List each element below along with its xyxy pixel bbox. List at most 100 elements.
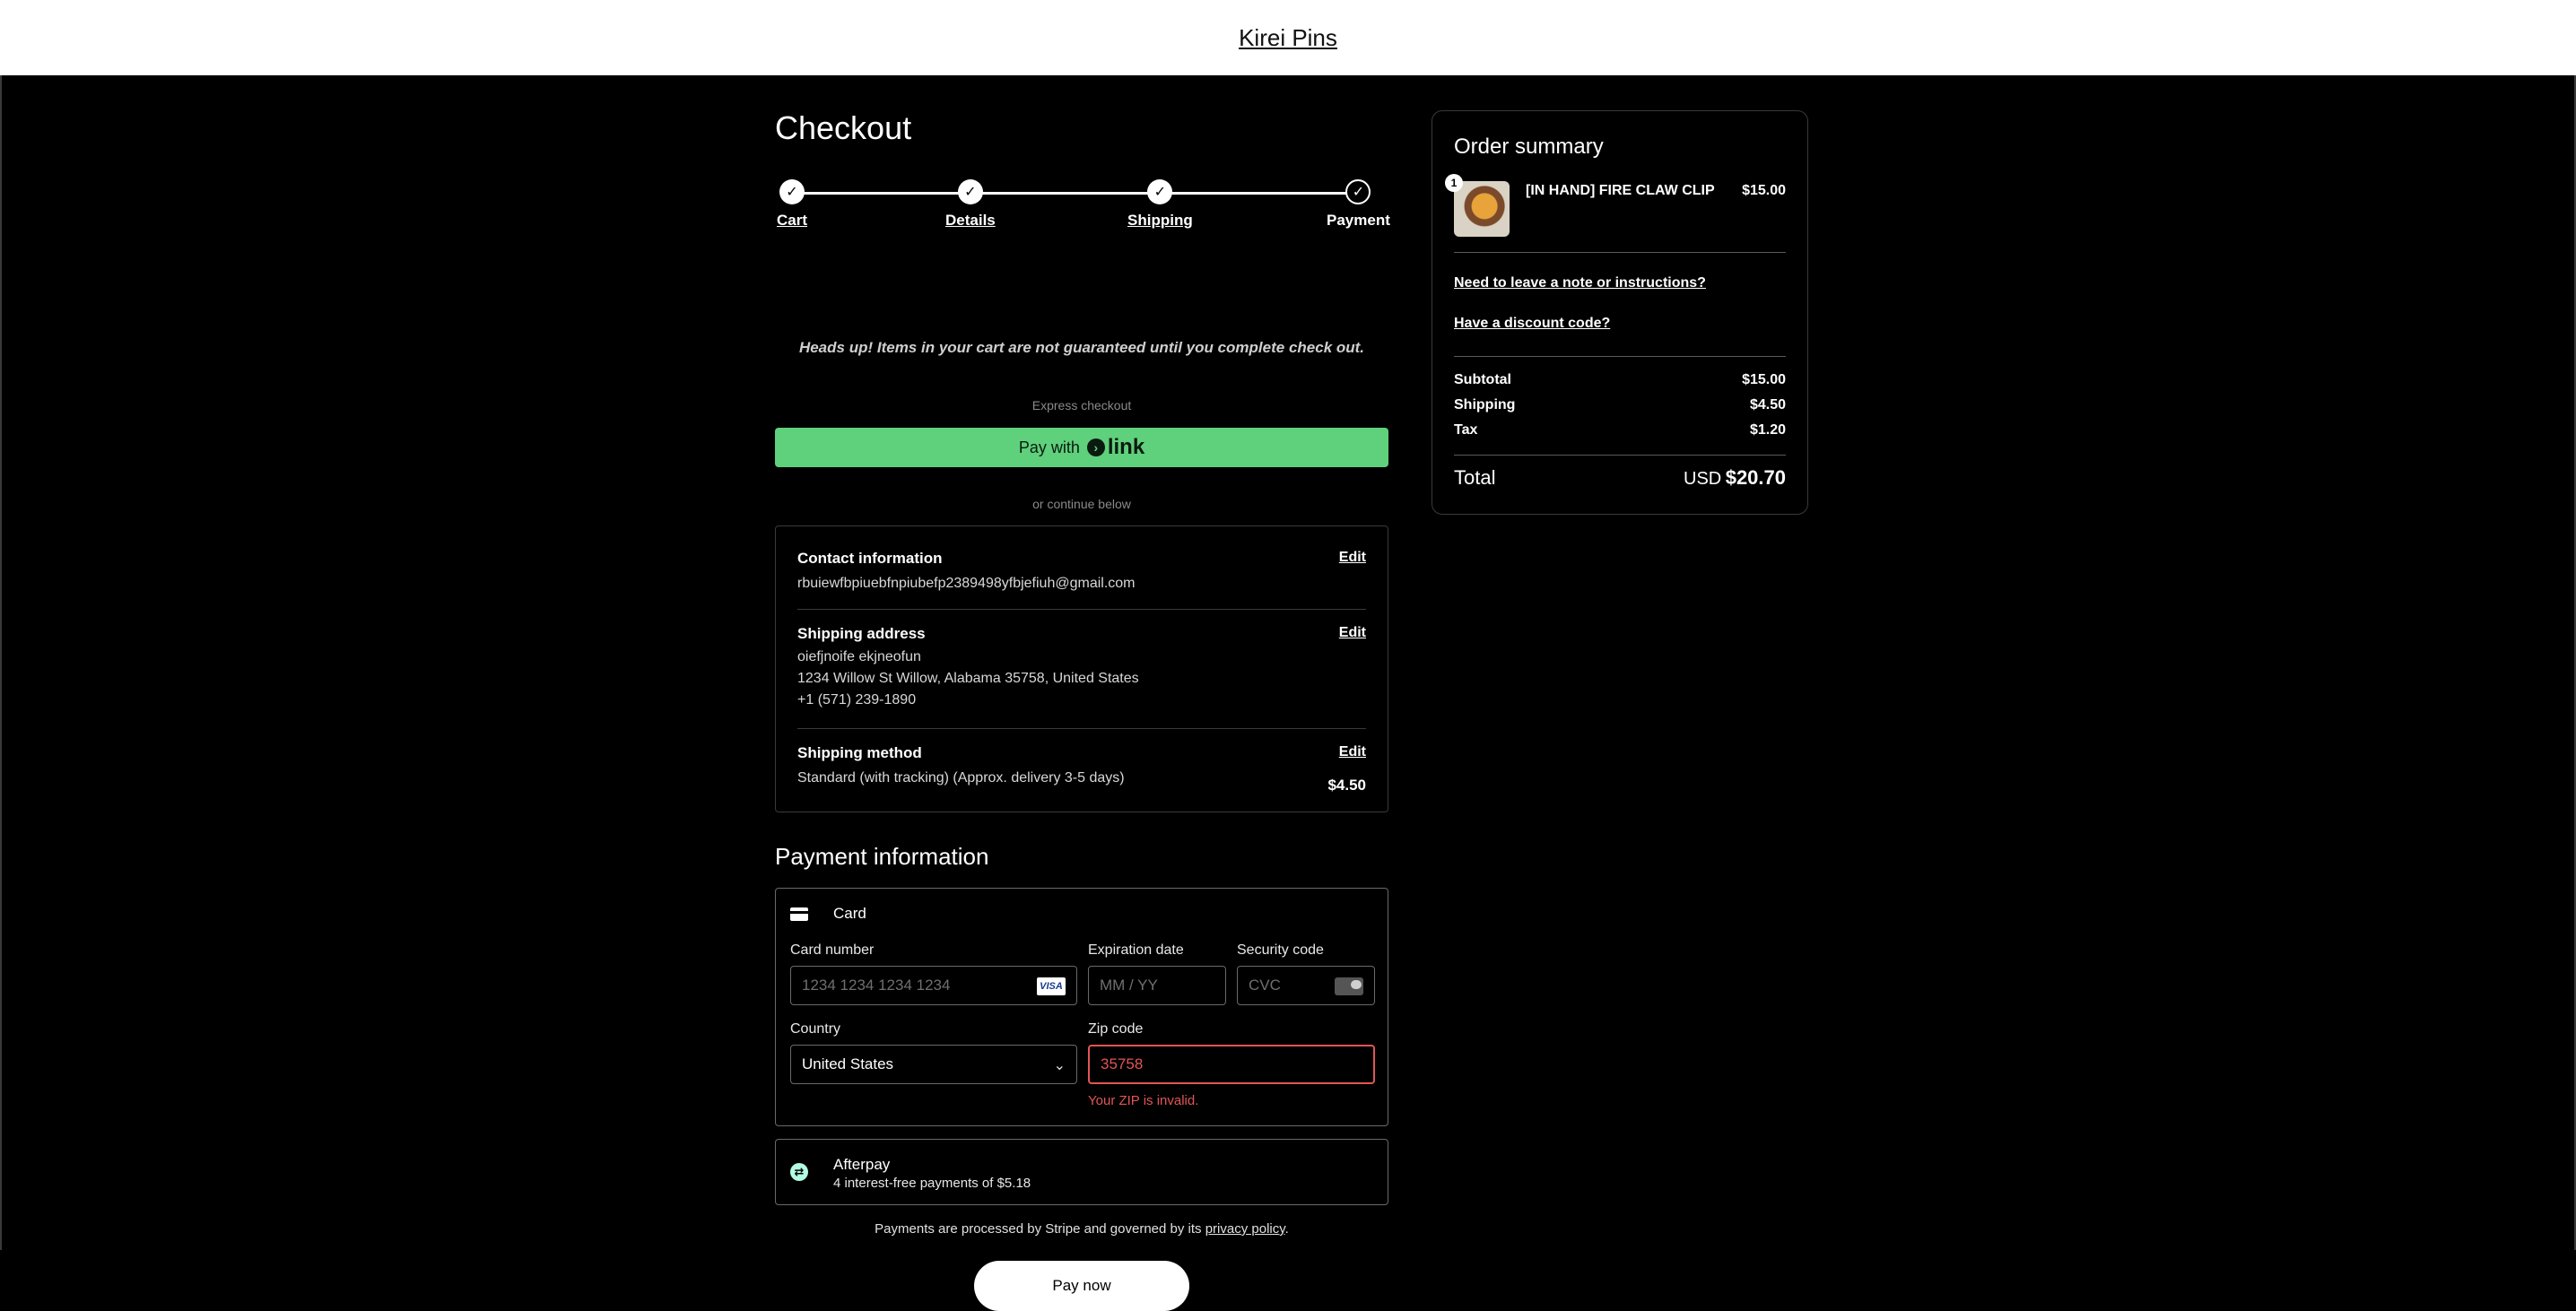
payment-information-title: Payment information bbox=[775, 843, 989, 870]
card-number-label: Card number bbox=[790, 942, 875, 958]
step-details[interactable]: ✓ Details bbox=[945, 179, 996, 230]
tax-label: Tax bbox=[1454, 422, 1478, 438]
steps-progress-line bbox=[789, 192, 1358, 195]
item-name: [IN HAND] FIRE CLAW CLIP bbox=[1526, 183, 1715, 198]
chevron-down-icon: ⌄ bbox=[1053, 1058, 1066, 1073]
zip-value: 35758 bbox=[1101, 1055, 1144, 1072]
card-number-input[interactable]: 1234 1234 1234 1234 VISA bbox=[790, 966, 1077, 1005]
step-label: Cart bbox=[777, 212, 808, 229]
shipping-label: Shipping bbox=[1454, 397, 1516, 412]
check-icon: ✓ bbox=[957, 179, 983, 204]
expiry-label: Expiration date bbox=[1088, 942, 1184, 958]
card-option-header[interactable]: Card bbox=[790, 905, 866, 923]
note-instructions-link[interactable]: Need to leave a note or instructions? bbox=[1454, 275, 1706, 291]
cvc-label: Security code bbox=[1237, 942, 1324, 958]
shipping-method-description: Standard (with tracking) (Approx. delive… bbox=[797, 770, 1125, 786]
link-logo: › link bbox=[1086, 435, 1145, 460]
step-label: Shipping bbox=[1127, 212, 1193, 229]
link-brand: link bbox=[1107, 435, 1145, 459]
divider bbox=[1454, 252, 1786, 253]
check-icon: ✓ bbox=[779, 179, 805, 204]
total-currency: USD bbox=[1684, 469, 1722, 489]
tax-value: $1.20 bbox=[1749, 422, 1786, 438]
link-button-prefix: Pay with bbox=[1018, 438, 1080, 456]
pay-with-link-button[interactable]: Pay with › link bbox=[775, 428, 1388, 467]
checkout-steps: ✓ Cart ✓ Details ✓ Shipping ✓ Payment bbox=[775, 172, 1390, 235]
credit-card-icon bbox=[790, 907, 808, 921]
address-name: oiefjnoife ekjneofun bbox=[797, 649, 921, 664]
total-label: Total bbox=[1454, 466, 1496, 489]
contact-title: Contact information bbox=[797, 550, 943, 567]
card-payment-option: Card Card number 1234 1234 1234 1234 VIS… bbox=[775, 888, 1388, 1126]
card-number-placeholder: 1234 1234 1234 1234 bbox=[802, 977, 951, 994]
product-thumbnail bbox=[1454, 181, 1510, 237]
order-summary: Order summary 1 [IN HAND] FIRE CLAW CLIP… bbox=[1432, 110, 1808, 515]
stripe-note-suffix: . bbox=[1284, 1221, 1289, 1237]
continue-below-label: or continue below bbox=[1032, 497, 1131, 511]
cart-warning: Heads up! Items in your cart are not gua… bbox=[798, 339, 1365, 356]
card-option-label: Card bbox=[833, 905, 866, 922]
expiry-input[interactable]: MM / YY bbox=[1088, 966, 1226, 1005]
page-title: Checkout bbox=[775, 109, 912, 146]
item-quantity-badge: 1 bbox=[1445, 174, 1463, 192]
step-label: Payment bbox=[1327, 212, 1390, 229]
divider bbox=[797, 609, 1366, 610]
divider bbox=[1454, 455, 1786, 456]
checkout-details-summary: Contact information Edit rbuiewfbpiuebfn… bbox=[775, 525, 1388, 812]
contact-email: rbuiewfbpiuebfnpiubefp2389498yfbjefiuh@g… bbox=[797, 576, 1136, 591]
express-checkout-label: Express checkout bbox=[1031, 398, 1132, 412]
country-value: United States bbox=[802, 1055, 894, 1072]
shipping-method-title: Shipping method bbox=[797, 744, 922, 761]
pay-now-button[interactable]: Pay now bbox=[974, 1261, 1189, 1311]
shipping-row: Shipping $4.50 bbox=[1454, 397, 1786, 413]
zip-error-message: Your ZIP is invalid. bbox=[1088, 1093, 1199, 1108]
shipping-value: $4.50 bbox=[1749, 397, 1786, 412]
subtotal-row: Subtotal $15.00 bbox=[1454, 372, 1786, 388]
stripe-note-prefix: Payments are processed by Stripe and gov… bbox=[875, 1221, 1205, 1237]
country-select[interactable]: United States ⌄ bbox=[790, 1045, 1077, 1084]
afterpay-payment-option[interactable]: ⇄ Afterpay 4 interest-free payments of $… bbox=[775, 1139, 1388, 1205]
zip-label: Zip code bbox=[1088, 1021, 1144, 1037]
divider bbox=[1454, 356, 1786, 357]
expiry-placeholder: MM / YY bbox=[1100, 977, 1158, 994]
tax-row: Tax $1.20 bbox=[1454, 422, 1786, 438]
afterpay-subtitle: 4 interest-free payments of $5.18 bbox=[833, 1176, 1031, 1191]
address-line: 1234 Willow St Willow, Alabama 35758, Un… bbox=[797, 671, 1139, 686]
cvc-input[interactable]: CVC bbox=[1237, 966, 1375, 1005]
shipping-method-section: Shipping method Edit Standard (with trac… bbox=[797, 744, 1366, 794]
discount-code-link[interactable]: Have a discount code? bbox=[1454, 316, 1610, 332]
afterpay-title: Afterpay bbox=[833, 1156, 891, 1173]
afterpay-icon: ⇄ bbox=[790, 1163, 808, 1181]
link-arrow-icon: › bbox=[1086, 438, 1105, 456]
store-name-link[interactable]: Kirei Pins bbox=[1239, 24, 1337, 52]
subtotal-label: Subtotal bbox=[1454, 372, 1511, 387]
step-payment: ✓ Payment bbox=[1327, 179, 1390, 230]
order-summary-title: Order summary bbox=[1454, 135, 1604, 159]
country-label: Country bbox=[790, 1021, 841, 1037]
step-label: Details bbox=[945, 212, 996, 229]
edit-shipping-method-link[interactable]: Edit bbox=[1339, 744, 1366, 760]
stripe-notice: Payments are processed by Stripe and gov… bbox=[775, 1221, 1388, 1237]
shipping-address-title: Shipping address bbox=[797, 625, 926, 642]
zip-input[interactable]: 35758 bbox=[1088, 1045, 1375, 1084]
check-icon: ✓ bbox=[1345, 179, 1371, 204]
total-amount: $20.70 bbox=[1725, 466, 1786, 489]
address-phone: +1 (571) 239-1890 bbox=[797, 692, 917, 708]
item-price: $15.00 bbox=[1742, 183, 1786, 198]
step-shipping[interactable]: ✓ Shipping bbox=[1127, 179, 1193, 230]
privacy-policy-link[interactable]: privacy policy bbox=[1205, 1221, 1285, 1237]
step-cart[interactable]: ✓ Cart bbox=[777, 179, 807, 230]
cvc-placeholder: CVC bbox=[1249, 977, 1281, 994]
edit-contact-link[interactable]: Edit bbox=[1339, 550, 1366, 566]
check-icon: ✓ bbox=[1147, 179, 1173, 204]
shipping-method-price: $4.50 bbox=[1327, 777, 1366, 794]
total-row: Total USD $20.70 bbox=[1454, 466, 1786, 490]
divider bbox=[797, 728, 1366, 729]
visa-icon: VISA bbox=[1037, 977, 1066, 995]
edit-address-link[interactable]: Edit bbox=[1339, 625, 1366, 641]
store-header: Kirei Pins bbox=[0, 0, 2576, 75]
contact-section: Contact information Edit rbuiewfbpiuebfn… bbox=[797, 550, 1366, 595]
cvc-card-icon bbox=[1335, 977, 1363, 995]
shipping-address-section: Shipping address Edit oiefjnoife ekjneof… bbox=[797, 625, 1366, 715]
subtotal-value: $15.00 bbox=[1742, 372, 1786, 387]
